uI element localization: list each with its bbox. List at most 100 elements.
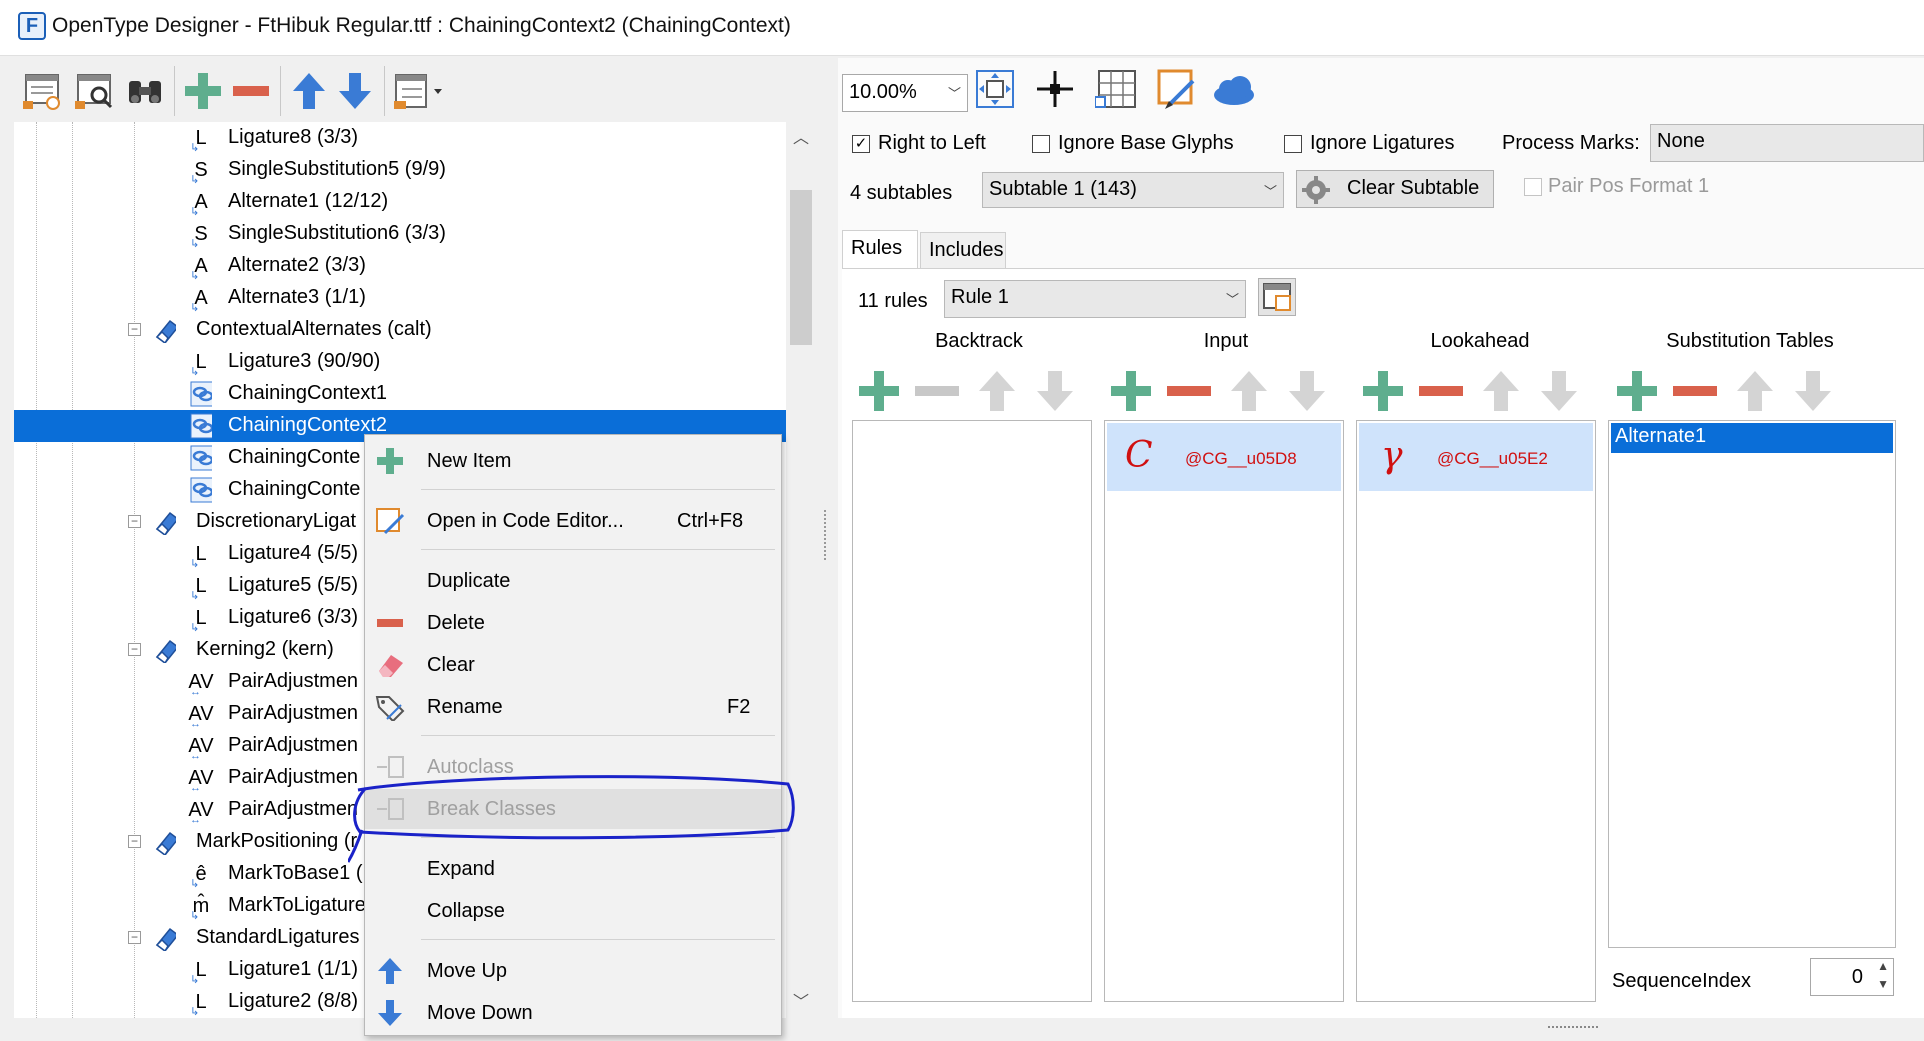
bottom-splitter-handle[interactable] — [1548, 1026, 1598, 1032]
backtrack-move-up-icon[interactable] — [974, 368, 1020, 414]
remove-icon[interactable] — [228, 68, 274, 114]
ignore-ligatures-checkbox[interactable] — [1284, 135, 1302, 153]
menu-new-item[interactable]: New Item — [365, 441, 781, 481]
ignore-base-glyphs-checkbox[interactable] — [1032, 135, 1050, 153]
substitution-move-up-icon[interactable] — [1732, 368, 1778, 414]
menu-move-down[interactable]: Move Down — [365, 993, 781, 1033]
substitution-add-icon[interactable] — [1614, 368, 1660, 414]
backtrack-remove-icon[interactable] — [914, 368, 960, 414]
menu-delete[interactable]: Delete — [365, 603, 781, 643]
backtrack-add-icon[interactable] — [856, 368, 902, 414]
tree-item-label: ChainingConte — [228, 446, 361, 468]
sequence-index-value: 0 — [1851, 966, 1863, 988]
rule-select[interactable]: Rule 1 ﹀ — [944, 280, 1246, 318]
tree-item[interactable]: S ↳ SingleSubstitution5 (9/9) — [14, 154, 786, 186]
lookahead-remove-icon[interactable] — [1418, 368, 1464, 414]
move-up-icon — [375, 957, 405, 985]
zoom-select[interactable]: 10.00% ﹀ — [842, 74, 968, 112]
menu-open-code-editor[interactable]: Open in Code Editor... Ctrl+F8 — [365, 501, 781, 541]
lookahead-add-icon[interactable] — [1360, 368, 1406, 414]
scroll-down-icon[interactable]: ﹀ — [786, 988, 816, 1014]
menu-open-code-editor-shortcut: Ctrl+F8 — [677, 509, 744, 532]
input-move-down-icon[interactable] — [1284, 368, 1330, 414]
table-search-icon[interactable] — [72, 68, 118, 114]
tree-item[interactable]: S ↳ SingleSubstitution6 (3/3) — [14, 218, 786, 250]
tree-item[interactable]: A ↳ Alternate3 (1/1) — [14, 282, 786, 314]
binoculars-icon[interactable] — [122, 68, 168, 114]
clear-subtable-label: Clear Subtable — [1347, 177, 1480, 199]
substitution-table-item[interactable]: Alternate1 — [1611, 423, 1893, 453]
tree-item[interactable]: L ↳ Ligature8 (3/3) — [14, 122, 786, 154]
view-options-icon[interactable] — [392, 68, 448, 114]
lookup-type-icon: m̂ ↳ — [190, 895, 210, 922]
collapse-toggle-icon[interactable]: − — [128, 643, 141, 656]
substitution-remove-icon[interactable] — [1672, 368, 1718, 414]
feature-icon — [154, 829, 176, 855]
input-move-up-icon[interactable] — [1226, 368, 1272, 414]
right-to-left-checkbox[interactable]: ✓ — [852, 135, 870, 153]
feature-icon — [154, 637, 176, 663]
lookahead-class-item[interactable]: γ @CG__u05E2 — [1359, 423, 1593, 491]
tree-item-label: Ligature4 (5/5) — [228, 542, 359, 564]
cloud-icon[interactable] — [1210, 66, 1256, 112]
clear-subtable-button[interactable]: Clear Subtable — [1296, 170, 1494, 208]
tab-includes[interactable]: Includes — [920, 232, 1006, 268]
lookup-type-icon: S ↳ — [190, 223, 208, 250]
tab-rules[interactable]: Rules — [842, 230, 918, 268]
menu-delete-label: Delete — [427, 611, 485, 634]
table-preview-icon[interactable] — [20, 68, 66, 114]
zoom-value: 10.00% — [849, 81, 917, 103]
scroll-thumb[interactable] — [790, 190, 812, 345]
lookahead-glyph-preview: γ — [1381, 435, 1403, 476]
tree-item[interactable]: − ContextualAlternates (calt) — [14, 314, 786, 346]
substitution-tables-list[interactable]: Alternate1 — [1608, 420, 1896, 948]
menu-move-up[interactable]: Move Up — [365, 951, 781, 991]
tree-item-label: PairAdjustmen — [228, 734, 359, 756]
rule-table-icon[interactable] — [1258, 278, 1296, 316]
fit-view-icon[interactable] — [972, 66, 1018, 112]
tree-item[interactable]: ChainingContext1 — [14, 378, 786, 410]
menu-rename[interactable]: Rename F2 — [365, 687, 781, 727]
feature-icon — [154, 925, 176, 951]
add-icon[interactable] — [180, 68, 226, 114]
collapse-toggle-icon[interactable]: − — [128, 931, 141, 944]
tree-item[interactable]: A ↳ Alternate2 (3/3) — [14, 250, 786, 282]
menu-collapse[interactable]: Collapse — [365, 891, 781, 931]
lookahead-list[interactable]: γ @CG__u05E2 — [1356, 420, 1596, 1002]
process-marks-select[interactable]: None — [1650, 124, 1924, 162]
code-editor-icon[interactable] — [1154, 66, 1200, 112]
subtable-select[interactable]: Subtable 1 (143) ﹀ — [982, 172, 1284, 208]
stepper-up-icon[interactable]: ▲ — [1877, 959, 1889, 973]
backtrack-list[interactable] — [852, 420, 1092, 1002]
menu-duplicate[interactable]: Duplicate — [365, 561, 781, 601]
backtrack-move-down-icon[interactable] — [1032, 368, 1078, 414]
collapse-toggle-icon[interactable]: − — [128, 323, 141, 336]
tree-item-label: Alternate3 (1/1) — [228, 286, 366, 308]
lookahead-move-up-icon[interactable] — [1478, 368, 1524, 414]
lookup-type-icon: A ↳ — [190, 287, 208, 314]
glyph-grid-icon[interactable] — [1094, 66, 1140, 112]
input-header: Input — [1203, 330, 1249, 352]
tree-item-label: Ligature3 (90/90) — [228, 350, 381, 372]
input-class-item[interactable]: C @CG__u05D8 — [1107, 423, 1341, 491]
collapse-toggle-icon[interactable]: − — [128, 835, 141, 848]
tree-item[interactable]: L ↳ Ligature3 (90/90) — [14, 346, 786, 378]
input-list[interactable]: C @CG__u05D8 — [1104, 420, 1344, 1002]
substitution-move-down-icon[interactable] — [1790, 368, 1836, 414]
lookahead-move-down-icon[interactable] — [1536, 368, 1582, 414]
stepper-down-icon[interactable]: ▼ — [1877, 977, 1889, 991]
scroll-up-icon[interactable]: ︿ — [786, 124, 816, 150]
collapse-toggle-icon[interactable]: − — [128, 515, 141, 528]
tree-item[interactable]: A ↳ Alternate1 (12/12) — [14, 186, 786, 218]
tree-item-label: ChainingConte — [228, 478, 361, 500]
tree-item-label: SingleSubstitution5 (9/9) — [228, 158, 446, 180]
move-down-icon[interactable] — [332, 68, 378, 114]
input-remove-icon[interactable] — [1166, 368, 1212, 414]
input-add-icon[interactable] — [1108, 368, 1154, 414]
add-icon — [375, 447, 405, 475]
crosshair-icon[interactable] — [1032, 66, 1078, 112]
menu-clear[interactable]: Clear — [365, 645, 781, 685]
splitter-handle[interactable] — [824, 510, 830, 560]
sequence-index-stepper[interactable]: 0 ▲ ▼ — [1810, 958, 1894, 996]
move-up-icon[interactable] — [286, 68, 332, 114]
